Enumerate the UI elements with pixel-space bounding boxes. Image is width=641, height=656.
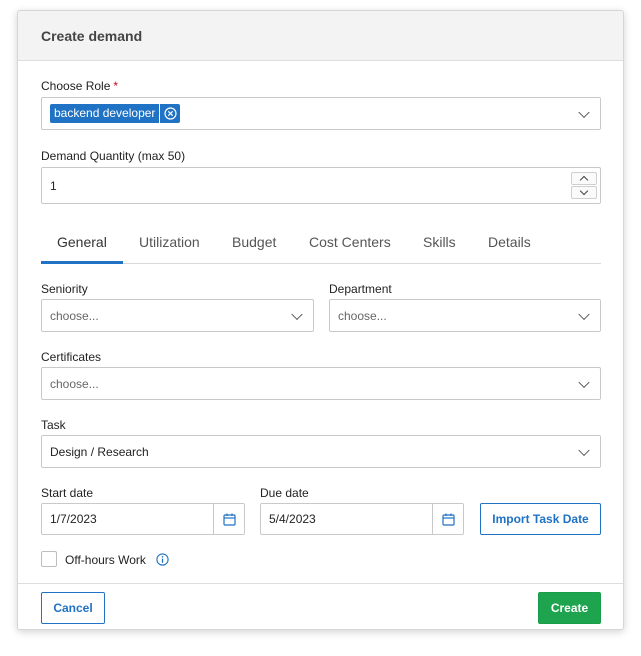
create-demand-modal: Create demand Choose Role * backend devel… bbox=[17, 10, 624, 630]
quantity-stepper[interactable]: 1 bbox=[41, 167, 601, 204]
off-hours-label: Off-hours Work bbox=[65, 553, 146, 567]
role-tag: backend developer bbox=[50, 104, 181, 123]
role-label-text: Choose Role bbox=[41, 79, 111, 93]
tab-skills[interactable]: Skills bbox=[423, 234, 456, 250]
chevron-down-icon bbox=[579, 186, 589, 196]
modal-title: Create demand bbox=[41, 28, 143, 44]
task-value: Design / Research bbox=[50, 444, 149, 459]
modal-footer: Cancel Create bbox=[18, 583, 623, 629]
certificates-placeholder: choose... bbox=[50, 376, 99, 391]
due-date-label: Due date bbox=[260, 486, 309, 500]
create-button[interactable]: Create bbox=[538, 592, 601, 624]
department-select[interactable]: choose... bbox=[329, 299, 601, 332]
chevron-down-icon bbox=[578, 308, 590, 320]
quantity-label: Demand Quantity (max 50) bbox=[41, 149, 186, 163]
tab-general[interactable]: General bbox=[57, 234, 107, 250]
due-date-field[interactable]: 5/4/2023 bbox=[260, 503, 464, 535]
info-icon[interactable] bbox=[156, 553, 169, 566]
chevron-down-icon[interactable] bbox=[578, 106, 590, 118]
due-date-value[interactable]: 5/4/2023 bbox=[269, 512, 316, 526]
calendar-icon bbox=[222, 513, 236, 526]
tag-remove-button[interactable] bbox=[160, 104, 181, 123]
seniority-label: Seniority bbox=[41, 282, 88, 296]
active-tab-indicator bbox=[41, 261, 123, 264]
due-date-picker-button[interactable] bbox=[432, 504, 463, 534]
department-placeholder: choose... bbox=[338, 308, 387, 323]
increment-button[interactable] bbox=[571, 172, 597, 185]
start-date-field[interactable]: 1/7/2023 bbox=[41, 503, 245, 535]
start-date-value[interactable]: 1/7/2023 bbox=[50, 512, 97, 526]
chevron-up-icon bbox=[579, 175, 589, 185]
decrement-button[interactable] bbox=[571, 186, 597, 199]
certificates-select[interactable]: choose... bbox=[41, 367, 601, 400]
import-task-date-button[interactable]: Import Task Date bbox=[480, 503, 601, 535]
task-select[interactable]: Design / Research bbox=[41, 435, 601, 468]
tab-bar: General Utilization Budget Cost Centers … bbox=[41, 229, 601, 264]
chevron-down-icon bbox=[578, 444, 590, 456]
tab-budget[interactable]: Budget bbox=[232, 234, 276, 250]
stepper-controls bbox=[571, 172, 597, 199]
seniority-placeholder: choose... bbox=[50, 308, 99, 323]
task-label: Task bbox=[41, 418, 66, 432]
chevron-down-icon bbox=[578, 376, 590, 388]
department-label: Department bbox=[329, 282, 392, 296]
role-tag-label: backend developer bbox=[50, 104, 160, 123]
tab-utilization[interactable]: Utilization bbox=[139, 234, 200, 250]
role-label: Choose Role * bbox=[41, 79, 118, 93]
off-hours-checkbox[interactable] bbox=[41, 551, 57, 567]
certificates-label: Certificates bbox=[41, 350, 102, 364]
quantity-value[interactable]: 1 bbox=[50, 179, 57, 193]
role-select[interactable]: backend developer bbox=[41, 97, 601, 130]
tab-details[interactable]: Details bbox=[488, 234, 531, 250]
start-date-label: Start date bbox=[41, 486, 94, 500]
required-mark: * bbox=[113, 79, 119, 93]
seniority-select[interactable]: choose... bbox=[41, 299, 314, 332]
modal-header: Create demand bbox=[18, 11, 623, 61]
chevron-down-icon bbox=[291, 308, 303, 320]
cancel-button[interactable]: Cancel bbox=[41, 592, 105, 624]
start-date-picker-button[interactable] bbox=[213, 504, 244, 534]
circle-x-icon bbox=[164, 107, 177, 120]
calendar-icon bbox=[441, 513, 455, 526]
tab-cost-centers[interactable]: Cost Centers bbox=[309, 234, 391, 250]
